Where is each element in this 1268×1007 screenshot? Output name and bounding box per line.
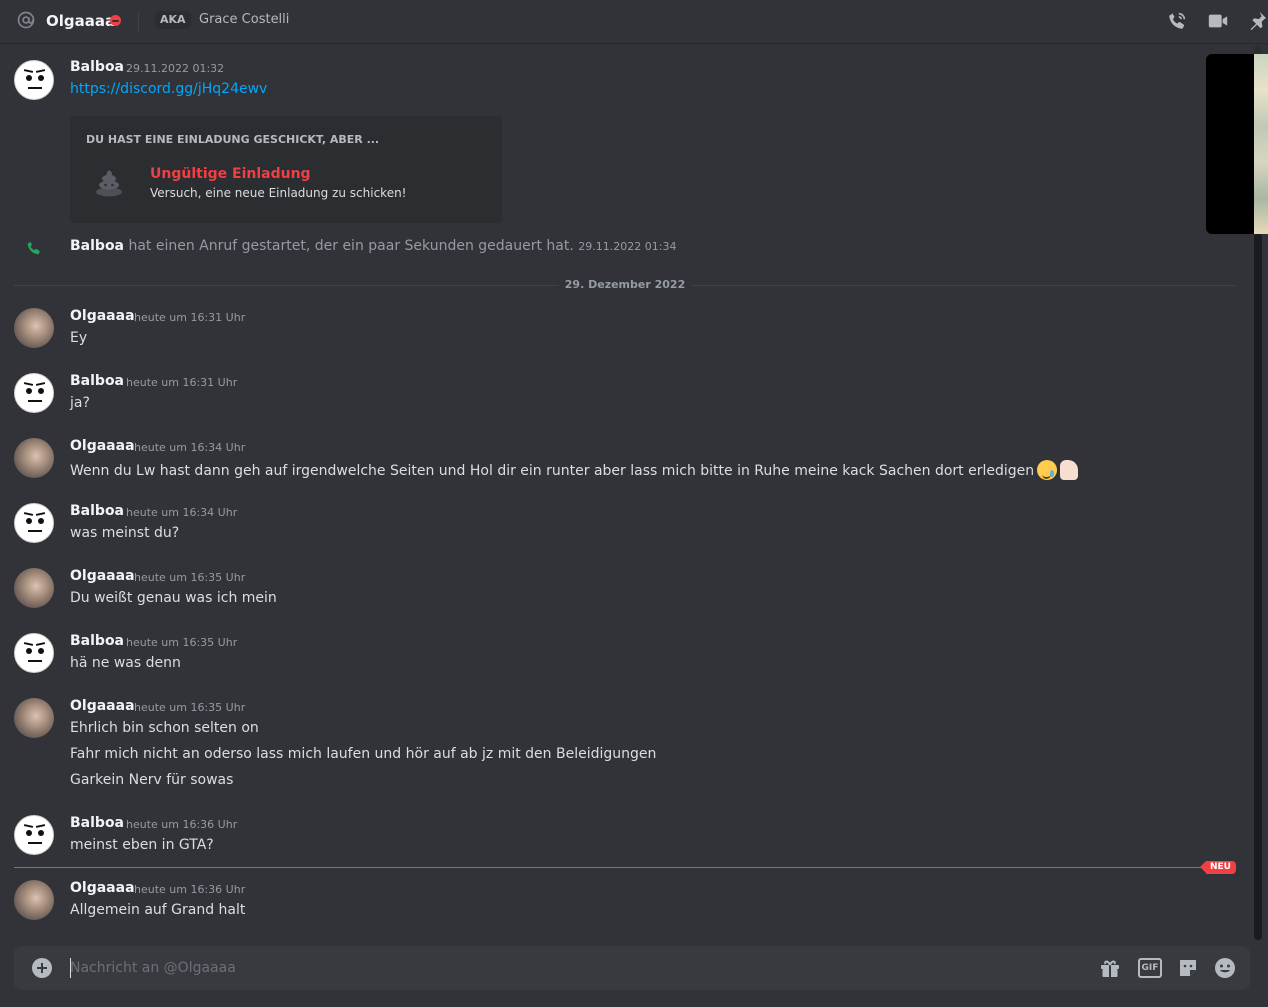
text-caret <box>70 958 71 978</box>
message-content: Allgemein auf Grand halt <box>70 902 246 918</box>
invite-embed-subtitle: Versuch, eine neue Einladung zu schicken… <box>150 186 407 200</box>
message-timestamp: heute um 16:34 Uhr <box>134 441 246 454</box>
message-item: Balboa heute um 16:34 Uhr was meinst du? <box>0 502 1250 552</box>
call-timestamp: 29.11.2022 01:34 <box>578 240 677 253</box>
call-description: hat einen Anruf gestartet, der ein paar … <box>128 238 574 254</box>
avatar[interactable] <box>14 60 54 100</box>
message-item: Balboa heute um 16:36 Uhr meinst eben in… <box>0 814 1250 864</box>
dnd-status-icon <box>110 15 121 26</box>
gif-icon[interactable]: GIF <box>1138 958 1162 978</box>
message-timestamp: heute um 16:36 Uhr <box>126 818 238 831</box>
date-divider-label: 29. Dezember 2022 <box>558 278 692 291</box>
message-content: Ehrlich bin schon selten on <box>70 720 259 736</box>
sticker-icon[interactable] <box>1176 956 1200 980</box>
channel-header: Olgaaaa AKA Grace Costelli <box>0 0 1268 44</box>
message-text: Wenn du Lw hast dann geh auf irgendwelch… <box>70 463 1035 479</box>
aka-name: Grace Costelli <box>199 12 290 27</box>
at-icon <box>17 11 35 29</box>
pin-icon[interactable] <box>1246 10 1268 32</box>
message-content: meinst eben in GTA? <box>70 837 214 853</box>
aka-badge: AKA <box>155 11 191 29</box>
message-item: Olgaaaa heute um 16:31 Uhr Ey <box>0 307 1250 357</box>
call-system-text: Balboa hat einen Anruf gestartet, der ei… <box>70 238 676 254</box>
message-content: ja? <box>70 395 90 411</box>
voice-call-icon[interactable] <box>1166 10 1188 32</box>
message-username[interactable]: Olgaaaa <box>70 698 135 714</box>
gift-icon[interactable] <box>1098 956 1122 980</box>
video-popout-preview[interactable] <box>1254 54 1268 234</box>
avatar[interactable] <box>14 633 54 673</box>
message-content: Fahr mich nicht an oderso lass mich lauf… <box>70 746 657 762</box>
avatar[interactable] <box>14 373 54 413</box>
message-timestamp: heute um 16:31 Uhr <box>134 311 246 324</box>
phone-call-icon <box>27 241 40 255</box>
message-timestamp: heute um 16:35 Uhr <box>126 636 238 649</box>
message-content: was meinst du? <box>70 525 180 541</box>
poop-icon <box>96 170 122 197</box>
message-item: Olgaaaa heute um 16:35 Uhr Ehrlich bin s… <box>0 697 1250 797</box>
message-content: Du weißt genau was ich mein <box>70 590 277 606</box>
message-username[interactable]: Balboa <box>70 815 124 831</box>
message-item: Olgaaaa heute um 16:36 Uhr Allgemein auf… <box>0 879 1250 929</box>
message-item: Olgaaaa heute um 16:35 Uhr Du weißt gena… <box>0 567 1250 617</box>
message-username[interactable]: Balboa <box>70 503 124 519</box>
message-timestamp: heute um 16:31 Uhr <box>126 376 238 389</box>
invite-embed: DU HAST EINE EINLADUNG GESCHICKT, ABER .… <box>70 116 502 223</box>
emoji-icon[interactable] <box>1213 956 1237 980</box>
message-item: Balboa heute um 16:35 Uhr hä ne was denn <box>0 632 1250 682</box>
message-list[interactable]: Balboa 29.11.2022 01:32 https://discord.… <box>0 45 1252 940</box>
scrollbar-thumb[interactable] <box>1254 233 1262 940</box>
message-username[interactable]: Balboa <box>70 373 124 389</box>
avatar[interactable] <box>14 503 54 543</box>
message-content: Ey <box>70 330 88 346</box>
message-content: hä ne was denn <box>70 655 181 671</box>
message-composer: GIF <box>14 946 1250 990</box>
avatar[interactable] <box>14 698 54 738</box>
call-username[interactable]: Balboa <box>70 238 124 254</box>
message-username[interactable]: Olgaaaa <box>70 438 135 454</box>
dm-recipient-name[interactable]: Olgaaaa <box>46 12 115 30</box>
add-attachment-icon[interactable] <box>32 958 52 978</box>
invite-link[interactable]: https://discord.gg/jHq24ewv <box>70 81 267 97</box>
new-messages-badge: NEU <box>1200 861 1236 874</box>
face-holding-back-tears-emoji-icon[interactable] <box>1037 460 1058 480</box>
message-username[interactable]: Balboa <box>70 59 124 75</box>
message-username[interactable]: Balboa <box>70 633 124 649</box>
avatar[interactable] <box>14 308 54 348</box>
avatar[interactable] <box>14 815 54 855</box>
message-item: Balboa heute um 16:31 Uhr ja? <box>0 372 1250 422</box>
message-username[interactable]: Olgaaaa <box>70 880 135 896</box>
message-item: Olgaaaa heute um 16:34 Uhr Wenn du Lw ha… <box>0 437 1250 487</box>
avatar[interactable] <box>14 568 54 608</box>
pinching-hand-emoji-icon[interactable] <box>1060 460 1079 480</box>
invite-embed-title: Ungültige Einladung <box>150 166 311 182</box>
message-timestamp: heute um 16:36 Uhr <box>134 883 246 896</box>
call-system-message: Balboa hat einen Anruf gestartet, der ei… <box>0 237 1250 259</box>
message-content: Wenn du Lw hast dann geh auf irgendwelch… <box>70 460 1079 480</box>
invite-embed-header: DU HAST EINE EINLADUNG GESCHICKT, ABER .… <box>86 133 380 146</box>
message-username[interactable]: Olgaaaa <box>70 568 135 584</box>
message-timestamp: heute um 16:34 Uhr <box>126 506 238 519</box>
message-username[interactable]: Olgaaaa <box>70 308 135 324</box>
message-item: Balboa 29.11.2022 01:32 https://discord.… <box>0 58 1250 228</box>
new-messages-divider: NEU <box>14 861 1236 874</box>
message-input[interactable] <box>70 946 1080 990</box>
header-divider <box>138 12 139 32</box>
avatar[interactable] <box>14 880 54 920</box>
message-timestamp: heute um 16:35 Uhr <box>134 701 246 714</box>
avatar[interactable] <box>14 438 54 478</box>
date-divider: 29. Dezember 2022 <box>14 278 1236 291</box>
message-content: Garkein Nerv für sowas <box>70 772 234 788</box>
video-call-icon[interactable] <box>1207 10 1229 32</box>
message-timestamp: heute um 16:35 Uhr <box>134 571 246 584</box>
message-timestamp: 29.11.2022 01:32 <box>126 62 225 75</box>
